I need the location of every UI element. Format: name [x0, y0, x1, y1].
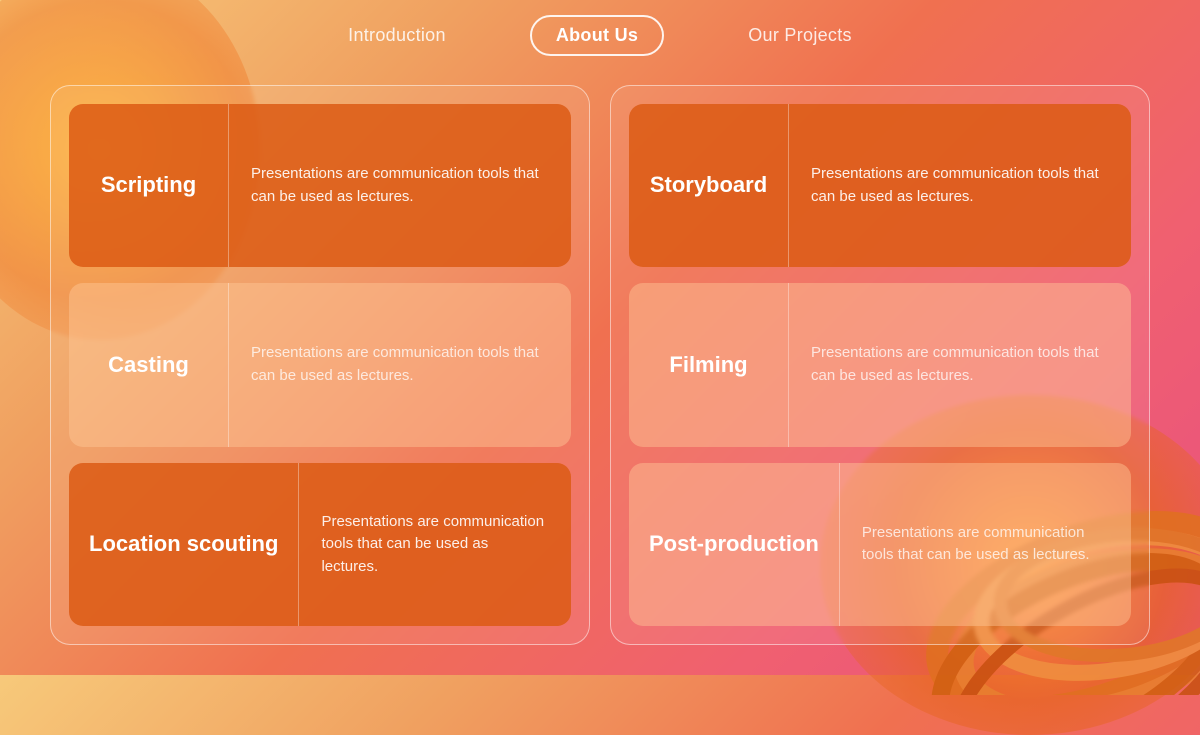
card-casting-description: Presentations are communication tools th…	[251, 342, 549, 387]
card-location-scouting-desc-section: Presentations are communication tools th…	[299, 463, 571, 626]
card-post-production-title-section: Post-production	[629, 463, 840, 626]
card-post-production-desc-section: Presentations are communication tools th…	[840, 463, 1131, 626]
card-location-scouting-title: Location scouting	[89, 530, 278, 559]
card-filming[interactable]: Filming Presentations are communication …	[629, 283, 1131, 446]
card-storyboard[interactable]: Storyboard Presentations are communicati…	[629, 104, 1131, 267]
card-filming-title-section: Filming	[629, 283, 789, 446]
card-casting-title-section: Casting	[69, 283, 229, 446]
card-storyboard-description: Presentations are communication tools th…	[811, 163, 1109, 208]
nav-introduction[interactable]: Introduction	[324, 17, 470, 54]
card-post-production[interactable]: Post-production Presentations are commun…	[629, 463, 1131, 626]
card-scripting[interactable]: Scripting Presentations are communicatio…	[69, 104, 571, 267]
navigation: Introduction About Us Our Projects	[0, 0, 1200, 70]
main-content: Scripting Presentations are communicatio…	[50, 85, 1150, 645]
card-scripting-title: Scripting	[101, 171, 196, 200]
card-scripting-description: Presentations are communication tools th…	[251, 163, 549, 208]
card-scripting-desc-section: Presentations are communication tools th…	[229, 104, 571, 267]
card-post-production-title: Post-production	[649, 530, 819, 559]
card-storyboard-title-section: Storyboard	[629, 104, 789, 267]
nav-our-projects[interactable]: Our Projects	[724, 17, 876, 54]
card-post-production-description: Presentations are communication tools th…	[862, 522, 1109, 567]
card-storyboard-title: Storyboard	[650, 171, 767, 200]
card-casting[interactable]: Casting Presentations are communication …	[69, 283, 571, 446]
card-location-scouting-description: Presentations are communication tools th…	[321, 511, 549, 579]
card-filming-desc-section: Presentations are communication tools th…	[789, 283, 1131, 446]
left-panel: Scripting Presentations are communicatio…	[50, 85, 590, 645]
card-location-scouting-title-section: Location scouting	[69, 463, 299, 626]
right-panel: Storyboard Presentations are communicati…	[610, 85, 1150, 645]
card-casting-desc-section: Presentations are communication tools th…	[229, 283, 571, 446]
card-location-scouting[interactable]: Location scouting Presentations are comm…	[69, 463, 571, 626]
card-casting-title: Casting	[108, 351, 189, 380]
card-filming-title: Filming	[669, 351, 747, 380]
card-filming-description: Presentations are communication tools th…	[811, 342, 1109, 387]
card-storyboard-desc-section: Presentations are communication tools th…	[789, 104, 1131, 267]
nav-about-us[interactable]: About Us	[530, 15, 664, 56]
card-scripting-title-section: Scripting	[69, 104, 229, 267]
